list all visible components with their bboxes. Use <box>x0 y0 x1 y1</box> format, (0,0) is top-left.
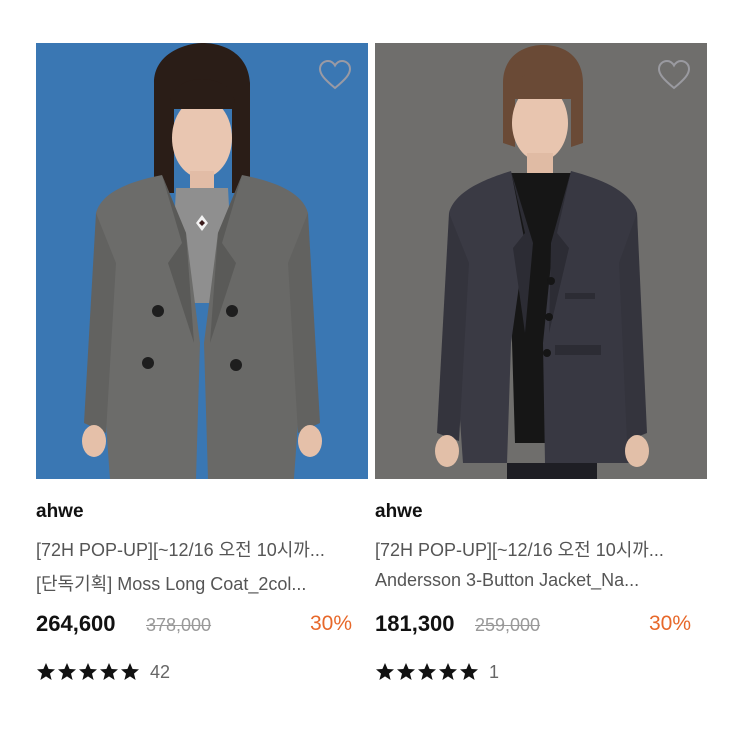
star-icon <box>418 663 436 680</box>
original-price: 378,000 <box>146 615 212 635</box>
star-icon <box>100 663 118 680</box>
star-icon <box>79 663 97 680</box>
product-image[interactable] <box>36 43 368 479</box>
product-title-line2[interactable]: Andersson 3-Button Jacket_Na... <box>375 570 695 591</box>
star-rating <box>36 662 140 682</box>
product-title-line1[interactable]: [72H POP-UP][~12/16 오전 10시까... <box>375 536 695 562</box>
product-card[interactable]: ahwe [72H POP-UP][~12/16 오전 10시까... Ande… <box>375 43 707 682</box>
heart-outline-icon[interactable] <box>318 59 352 91</box>
star-icon <box>58 663 76 680</box>
star-icon <box>439 663 457 680</box>
product-photo-charcoal-jacket <box>375 43 707 479</box>
product-card[interactable]: ahwe [72H POP-UP][~12/16 오전 10시까... [단독기… <box>36 43 368 682</box>
star-icon <box>121 663 139 680</box>
star-icon <box>397 663 415 680</box>
heart-outline-icon[interactable] <box>657 59 691 91</box>
original-price: 259,000 <box>475 615 541 635</box>
product-image[interactable] <box>375 43 707 479</box>
brand-name[interactable]: ahwe <box>36 501 84 523</box>
star-icon <box>37 663 55 680</box>
review-count: 42 <box>150 661 171 682</box>
sale-price: 264,600 <box>36 611 116 636</box>
sale-price: 181,300 <box>375 611 455 636</box>
star-rating <box>375 662 479 682</box>
price-row: 181,300 259,000 30% <box>375 611 691 641</box>
discount-rate: 30% <box>648 612 691 635</box>
rating-row: 1 <box>375 659 499 685</box>
price-row: 264,600 378,000 30% <box>36 611 352 641</box>
product-grid: ahwe [72H POP-UP][~12/16 오전 10시까... [단독기… <box>0 0 743 743</box>
review-count: 1 <box>489 661 500 682</box>
rating-row: 42 <box>36 659 170 685</box>
discount-rate: 30% <box>309 612 352 635</box>
star-icon <box>376 663 394 680</box>
product-title-line2[interactable]: [단독기획] Moss Long Coat_2col... <box>36 570 356 596</box>
brand-name[interactable]: ahwe <box>375 501 423 523</box>
product-title-line1[interactable]: [72H POP-UP][~12/16 오전 10시까... <box>36 536 356 562</box>
product-photo-grey-long-coat <box>36 43 368 479</box>
star-icon <box>460 663 478 680</box>
